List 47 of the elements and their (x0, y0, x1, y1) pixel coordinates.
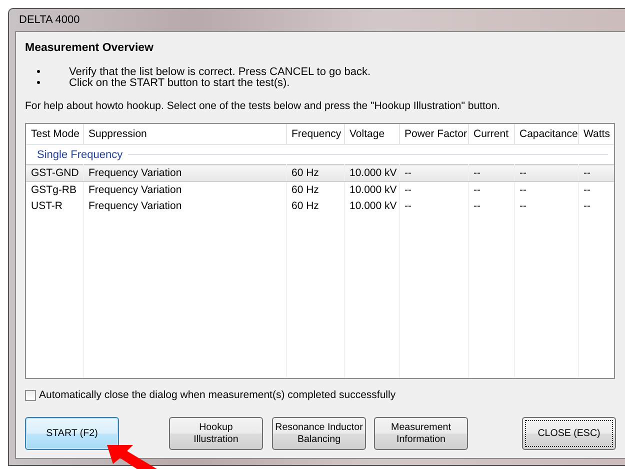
column-header[interactable]: Test Mode (26, 124, 83, 144)
dialog-button[interactable]: Resonance Inductor Balancing (272, 417, 366, 450)
table-cell: 10.000 kV (344, 182, 399, 198)
dialog-button[interactable]: Hookup Illustration (169, 417, 263, 450)
column-header[interactable]: Suppression (83, 124, 286, 144)
table-row[interactable]: GSTg-RB Frequency Variation 60 Hz 10.000 kV -- -- -- -- (26, 182, 614, 198)
table-cell: -- (468, 198, 514, 214)
dialog-heading: Measurement Overview (25, 42, 154, 54)
table-cell: -- (514, 164, 578, 182)
table-cell: 60 Hz (286, 164, 344, 182)
column-header[interactable]: Current (468, 124, 514, 144)
table-cell: 60 Hz (286, 182, 344, 198)
bullet-text: Click on the START button to start the test(s). (69, 76, 290, 88)
table-cell: -- (514, 198, 578, 214)
column-header[interactable]: Capacitance (514, 124, 578, 144)
group-header: Single Frequency (37, 148, 123, 160)
bullet-text: Verify that the list below is correct. Press CANCEL to go back. (69, 66, 371, 78)
table-cell: 10.000 kV (344, 164, 399, 182)
table-cell: -- (399, 198, 468, 214)
help-text: For help about howto hookup. Select one of the tests below and press the "Hookup Illustration" button. (25, 100, 502, 112)
checkbox-label: Automatically close the dialog when measurement(s) completed successfully (39, 389, 396, 401)
table-cell: 60 Hz (286, 198, 344, 214)
table-cell: -- (399, 164, 468, 182)
table-cell: -- (399, 182, 468, 198)
table-cell: -- (514, 182, 578, 198)
table-cell: -- (468, 164, 514, 182)
table-row[interactable]: GST-GND Frequency Variation 60 Hz 10.000 kV -- -- -- -- (26, 164, 614, 182)
table-cell: 10.000 kV (344, 198, 399, 214)
table-cell: -- (578, 164, 614, 182)
table-cell: GST-GND (26, 164, 83, 182)
table-row[interactable]: UST-R Frequency Variation 60 Hz 10.000 kV -- -- -- -- (26, 198, 614, 214)
window-title: DELTA 4000 (19, 14, 80, 26)
column-header[interactable]: Frequency (286, 124, 344, 144)
dialog-button[interactable]: START (F2) (25, 417, 119, 450)
table-cell: GSTg-RB (26, 182, 83, 198)
table-cell: Frequency Variation (83, 164, 286, 182)
dialog-button[interactable]: Measurement Information (374, 417, 468, 450)
table-cell: UST-R (26, 198, 83, 214)
table-cell: Frequency Variation (83, 182, 286, 198)
table-cell: Frequency Variation (83, 198, 286, 214)
column-header[interactable]: Power Factor (399, 124, 468, 144)
table-cell: -- (578, 182, 614, 198)
table-cell: -- (578, 198, 614, 214)
column-header[interactable]: Voltage (344, 124, 399, 144)
dialog-button[interactable]: CLOSE (ESC) (522, 417, 616, 450)
column-header[interactable]: Watts (578, 124, 614, 144)
table-cell: -- (468, 182, 514, 198)
